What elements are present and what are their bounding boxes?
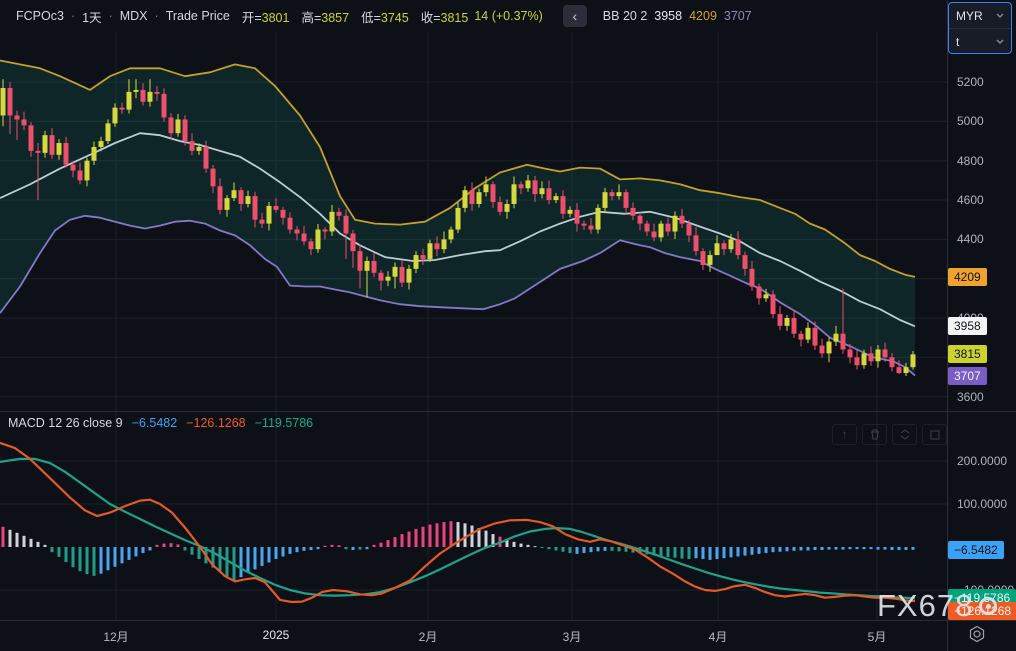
change-value: 14 (+0.37%): [474, 9, 542, 23]
macd-indicator-legend[interactable]: MACD 12 26 close 9 −6.5482 −126.1268 −11…: [8, 416, 313, 430]
chart-canvas[interactable]: [0, 0, 1016, 651]
ohlc-close: 收=3815: [421, 7, 469, 26]
move-pane-up-icon[interactable]: ↑: [832, 424, 857, 445]
bb-basis-value: 3958: [654, 9, 682, 23]
separator-dot: ·: [109, 9, 113, 23]
chevron-down-icon: [996, 13, 1004, 18]
exchange-label: MDX: [120, 9, 148, 23]
time-tick-label: 2025: [246, 628, 306, 642]
currency-select-value: MYR: [956, 9, 983, 23]
currency-select[interactable]: MYR: [949, 3, 1011, 28]
symbol-name[interactable]: FCPOc3: [16, 9, 64, 23]
time-axis[interactable]: 12月 2025 2月 3月 4月 5月: [0, 622, 947, 651]
delete-pane-icon[interactable]: [862, 424, 887, 445]
axis-price-badge: 3707: [948, 367, 987, 385]
time-tick-label: 12月: [86, 628, 146, 645]
series-type-label: Trade Price: [166, 9, 230, 23]
time-tick-label: 4月: [688, 628, 748, 645]
price-tick-label: 4800: [957, 154, 984, 168]
trading-chart-app: FCPOc3 · 1天 · MDX · Trade Price 开=3801 高…: [0, 0, 1016, 651]
price-tick-label: 4400: [957, 232, 984, 246]
macd-indicator-name: MACD 12 26 close 9: [8, 416, 123, 430]
collapse-legend-button[interactable]: ‹: [563, 5, 587, 27]
axis-unit-selector: MYR t: [948, 2, 1012, 54]
macd-pane-controls: ↑: [832, 424, 947, 445]
interval-label[interactable]: 1天: [82, 7, 101, 26]
macd-tick-label: 100.0000: [957, 497, 1007, 511]
unit-select[interactable]: t: [949, 28, 1011, 54]
time-tick-label: 3月: [542, 628, 602, 645]
price-tick-label: 5000: [957, 114, 984, 128]
time-tick-label: 5月: [847, 628, 907, 645]
axis-price-badge: 4209: [948, 268, 987, 286]
bb-lower-value: 3707: [724, 9, 752, 23]
axis-settings-icon[interactable]: [968, 625, 986, 648]
price-axis[interactable]: 520050004800460044004200400038003600200.…: [947, 0, 1016, 651]
maximize-pane-icon[interactable]: [922, 424, 947, 445]
axis-price-badge: −126.1268: [948, 602, 1016, 620]
chevron-down-icon: [996, 39, 1004, 44]
time-tick-label: 2月: [398, 628, 458, 645]
price-tick-label: 3600: [957, 390, 984, 404]
axis-price-badge: 3815: [948, 345, 987, 363]
ohlc-open: 开=3801: [242, 7, 290, 26]
ohlc-low: 低=3745: [361, 7, 409, 26]
price-tick-label: 5200: [957, 75, 984, 89]
macd-hist-value: −6.5482: [132, 416, 178, 430]
separator-dot: ·: [155, 9, 159, 23]
macd-line-value: −126.1268: [186, 416, 245, 430]
axis-price-badge: 3958: [948, 317, 987, 335]
symbol-legend: FCPOc3 · 1天 · MDX · Trade Price 开=3801 高…: [0, 0, 947, 32]
bb-indicator-name: BB 20 2: [603, 9, 647, 23]
separator-dot: ·: [71, 9, 75, 23]
time-axis-separator: [0, 620, 1016, 621]
macd-tick-label: 200.0000: [957, 454, 1007, 468]
unit-select-value: t: [956, 35, 959, 49]
ohlc-high: 高=3857: [301, 7, 349, 26]
price-tick-label: 4600: [957, 193, 984, 207]
collapse-pane-icon[interactable]: [892, 424, 917, 445]
macd-signal-value: −119.5786: [255, 416, 314, 430]
axis-price-badge: −6.5482: [948, 541, 1004, 559]
bb-indicator-legend[interactable]: BB 20 2 3958 4209 3707: [603, 9, 752, 23]
pane-separator[interactable]: [0, 411, 1016, 412]
bb-upper-value: 4209: [689, 9, 717, 23]
